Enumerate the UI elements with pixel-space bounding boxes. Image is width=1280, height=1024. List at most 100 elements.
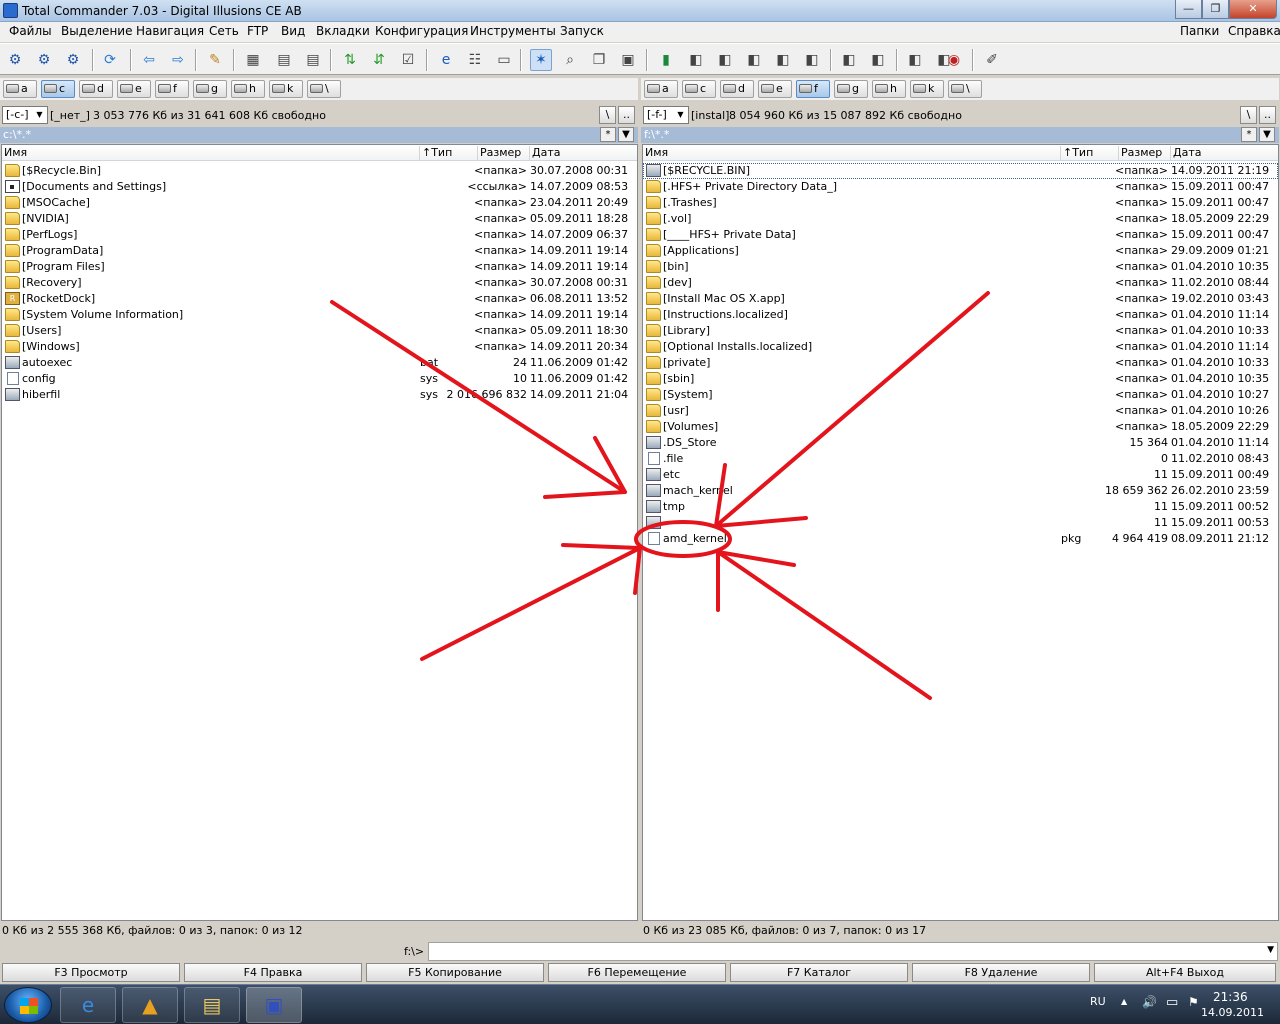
drive-button-network[interactable]: \ [307,80,341,98]
left-history-button[interactable]: ▼ [618,127,634,142]
forward-icon[interactable]: ⇨ [167,49,189,71]
folder-row[interactable]: [.Trashes] <папка> 15.09.2011 00:47 [643,195,1278,211]
folder-row[interactable]: [sbin] <папка> 01.04.2010 10:35 [643,371,1278,387]
menu-item[interactable]: Вкладки [314,24,372,38]
folder-row[interactable]: [private] <папка> 01.04.2010 10:33 [643,355,1278,371]
alt-f4-exit-button[interactable]: Alt+F4 Выход [1094,963,1276,982]
column-size[interactable]: Размер [478,146,530,160]
folder-row[interactable]: [Users] <папка> 05.09.2011 18:30 [2,323,637,339]
column-name[interactable]: Имя [643,146,1061,160]
folder-row[interactable]: [PerfLogs] <папка> 14.07.2009 06:37 [2,227,637,243]
menu-item[interactable]: Выделение [59,24,134,38]
folder-row[interactable]: [Recovery] <папка> 30.07.2008 00:31 [2,275,637,291]
tray-expand-icon[interactable]: ▲ [1121,997,1127,1006]
ie-icon[interactable]: e [435,49,457,71]
tool-icon[interactable]: ◧ [904,49,926,71]
7z-icon[interactable]: ▦ [242,49,264,71]
paint-icon[interactable]: ◉ [943,49,965,71]
f3-view-button[interactable]: F3 Просмотр [2,963,180,982]
column-name[interactable]: Имя [2,146,420,160]
archive-icon[interactable]: ▤ [273,49,295,71]
menu-item[interactable]: Инструменты [468,24,558,38]
file-row[interactable]: hiberfil sys 2 016 696 832 14.09.2011 21:04 [2,387,637,403]
volume-icon[interactable]: 🔊 [1142,995,1157,1009]
tool-icon[interactable]: ◧ [714,49,736,71]
left-root-button[interactable]: \ [599,106,616,124]
f5-copy-button[interactable]: F5 Копирование [366,963,544,982]
drive-button-a[interactable]: a [3,80,37,98]
menu-item[interactable]: Навигация [134,24,206,38]
checklist-icon[interactable]: ☑ [397,49,419,71]
drive-button-e[interactable]: e [117,80,151,98]
drive-button-d[interactable]: d [720,80,754,98]
folder-row[interactable]: [$Recycle.Bin] <папка> 30.07.2008 00:31 [2,163,637,179]
sync-icon[interactable]: ⇅ [339,49,361,71]
drive-button-c[interactable]: c [41,80,75,98]
language-indicator[interactable]: RU [1090,995,1106,1008]
file-row[interactable]: .DS_Store 15 364 01.04.2010 11:14 [643,435,1278,451]
wrench-icon[interactable]: ✎ [204,49,226,71]
folder-row[interactable]: [MSOCache] <папка> 23.04.2011 20:49 [2,195,637,211]
close-button[interactable]: ✕ [1229,0,1277,19]
folder-row[interactable]: [usr] <папка> 01.04.2010 10:26 [643,403,1278,419]
clock-date[interactable]: 14.09.2011 [1201,1006,1264,1019]
folder-row[interactable]: [System] <папка> 01.04.2010 10:27 [643,387,1278,403]
book-icon[interactable]: ▮ [655,49,677,71]
app-icon[interactable] [3,3,18,18]
notepad-icon[interactable]: ▭ [493,49,515,71]
search-icon[interactable]: ⌕ [559,49,581,71]
maximize-button[interactable]: ❐ [1202,0,1229,19]
gear-icon[interactable]: ⚙ [62,49,84,71]
folder-row[interactable]: R [RocketDock] <папка> 06.08.2011 13:52 [2,291,637,307]
drive-button-g[interactable]: g [834,80,868,98]
right-filter-button[interactable]: * [1241,127,1257,142]
folder-row[interactable]: [Library] <папка> 01.04.2010 10:33 [643,323,1278,339]
file-row[interactable]: .file 0 11.02.2010 08:43 [643,451,1278,467]
left-drive-combo[interactable]: [-c-] ▼ [2,106,48,124]
explorer-icon[interactable]: ▤ [184,987,240,1023]
archive-icon[interactable]: ▤ [302,49,324,71]
menu-item[interactable]: FTP [245,24,270,38]
drive-button-f[interactable]: f [155,80,189,98]
sort-icon[interactable]: ⇵ [368,49,390,71]
folder-row[interactable]: [$RECYCLE.BIN] <папка> 14.09.2011 21:19 [643,163,1278,179]
right-drive-combo[interactable]: [-f-] ▼ [643,106,689,124]
menu-item[interactable]: Справка [1226,24,1280,38]
file-row[interactable]: etc 11 15.09.2011 00:49 [643,467,1278,483]
drive-button-network[interactable]: \ [948,80,982,98]
tool-icon[interactable]: ◧ [801,49,823,71]
star-icon[interactable]: ✶ [530,49,552,71]
tool-icon[interactable]: ◧ [838,49,860,71]
folder-row[interactable]: [bin] <папка> 01.04.2010 10:35 [643,259,1278,275]
folder-row[interactable]: [.HFS+ Private Directory Data_] <папка> 15… [643,179,1278,195]
folder-row[interactable]: [ProgramData] <папка> 14.09.2011 19:14 [2,243,637,259]
gear-icon[interactable]: ⚙ [4,49,26,71]
brush-icon[interactable]: ✐ [981,49,1003,71]
file-row[interactable]: config sys 10 11.06.2009 01:42 [2,371,637,387]
drive-button-h[interactable]: h [872,80,906,98]
right-history-button[interactable]: ▼ [1259,127,1275,142]
back-icon[interactable]: ⇦ [138,49,160,71]
window-icon[interactable]: ▣ [617,49,639,71]
file-row[interactable]: 11 15.09.2011 00:53 [643,515,1278,531]
tool-icon[interactable]: ◧ [772,49,794,71]
drive-button-f[interactable]: f [796,80,830,98]
folder-row[interactable]: [Program Files] <папка> 14.09.2011 19:14 [2,259,637,275]
drive-button-k[interactable]: k [910,80,944,98]
aimp-icon[interactable]: ▲ [122,987,178,1023]
refresh-icon[interactable]: ⟳ [99,49,121,71]
tool-icon[interactable]: ◧ [867,49,889,71]
folder-row[interactable]: [System Volume Information] <папка> 14.09.… [2,307,637,323]
folder-row[interactable]: [Install Mac OS X.app] <папка> 19.02.2010 … [643,291,1278,307]
drive-button-e[interactable]: e [758,80,792,98]
menu-item[interactable]: Сеть [207,24,241,38]
folder-row[interactable]: [____HFS+ Private Data] <папка> 15.09.2011… [643,227,1278,243]
right-current-path[interactable]: f:\*.* * ▼ [641,127,1279,143]
clock-time[interactable]: 21:36 [1213,990,1248,1004]
f6-move-button[interactable]: F6 Перемещение [548,963,726,982]
folder-row[interactable]: [Applications] <папка> 29.09.2009 01:21 [643,243,1278,259]
menu-item[interactable]: Папки [1178,24,1221,38]
file-row[interactable]: autoexec bat 24 11.06.2009 01:42 [2,355,637,371]
network-icon[interactable]: ▭ [1166,995,1178,1010]
drive-button-g[interactable]: g [193,80,227,98]
